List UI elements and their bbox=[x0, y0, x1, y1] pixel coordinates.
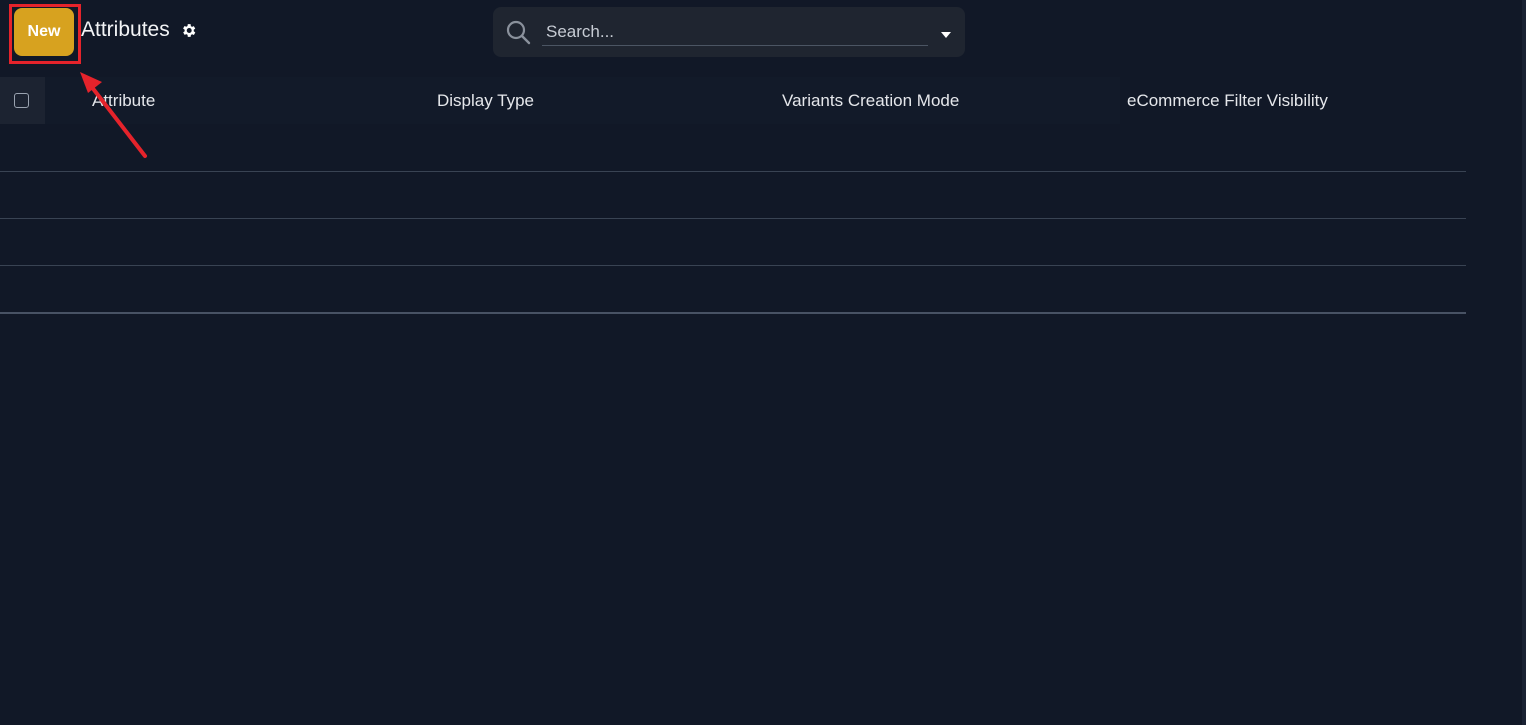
column-header-attribute[interactable]: Attribute bbox=[92, 91, 155, 111]
table-row[interactable] bbox=[0, 172, 1466, 219]
page-title-area: Attributes bbox=[81, 18, 197, 42]
search-input[interactable] bbox=[542, 19, 928, 46]
select-all-checkbox[interactable] bbox=[14, 93, 29, 108]
app-window: New Attributes Attribute Display bbox=[0, 0, 1526, 725]
select-all-cell bbox=[0, 77, 45, 124]
table-row[interactable] bbox=[0, 266, 1466, 314]
column-header-variants-creation-mode[interactable]: Variants Creation Mode bbox=[782, 91, 959, 111]
table-row[interactable] bbox=[0, 125, 1466, 172]
column-header-ecommerce-filter-visibility[interactable]: eCommerce Filter Visibility bbox=[1127, 91, 1328, 111]
scrollbar-track[interactable] bbox=[1522, 0, 1526, 725]
new-button[interactable]: New bbox=[14, 8, 74, 56]
table-row[interactable] bbox=[0, 219, 1466, 266]
search-bar bbox=[493, 7, 965, 57]
search-icon bbox=[505, 19, 531, 45]
page-title: Attributes bbox=[81, 18, 170, 41]
column-header-display-type[interactable]: Display Type bbox=[437, 91, 534, 111]
table-header: Attribute Display Type Variants Creation… bbox=[0, 77, 1466, 124]
gear-icon[interactable] bbox=[180, 22, 197, 39]
caret-down-icon[interactable] bbox=[939, 27, 953, 38]
